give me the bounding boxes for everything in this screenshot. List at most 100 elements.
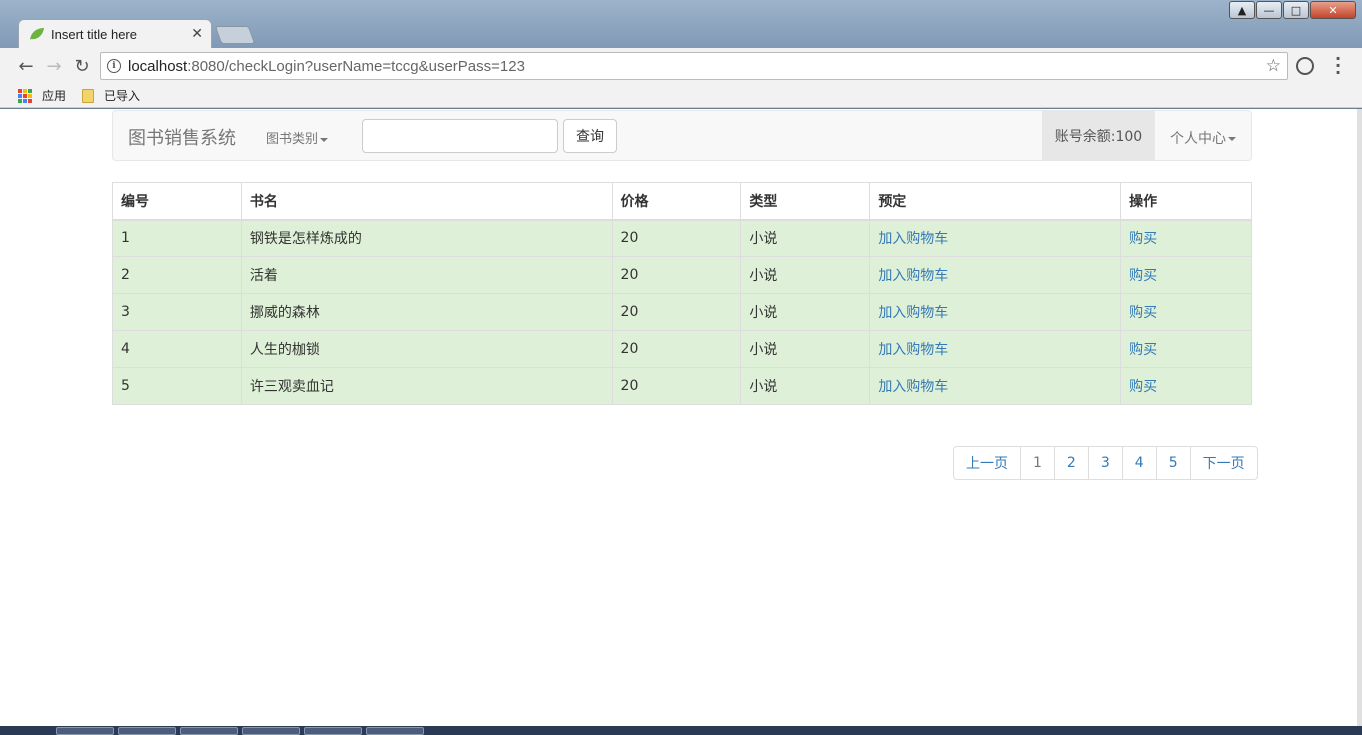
- page-link-1[interactable]: 1: [1020, 446, 1055, 480]
- header-reserve: 预定: [869, 182, 1122, 221]
- taskbar-item[interactable]: [366, 727, 424, 735]
- cell-id: 4: [112, 330, 242, 368]
- buy-link[interactable]: 购买: [1129, 268, 1157, 284]
- taskbar-item[interactable]: [56, 727, 114, 735]
- url-path: :8080/checkLogin?userName=tccg&userPass=…: [187, 57, 525, 75]
- site-navbar: 图书销售系统 图书类别 查询 账号余额:100 个人中心: [112, 110, 1252, 161]
- tab-title: Insert title here: [51, 26, 137, 42]
- page-link-3[interactable]: 3: [1087, 446, 1123, 480]
- back-arrow-icon[interactable]: ←: [12, 52, 40, 80]
- url-host: localhost: [128, 57, 188, 75]
- cell-reserve: 加入购物车: [869, 293, 1122, 331]
- close-icon[interactable]: ✕: [191, 26, 203, 42]
- taskbar-item[interactable]: [304, 727, 362, 735]
- close-window-button[interactable]: ✕: [1310, 1, 1356, 19]
- prev-page-link[interactable]: 上一页: [953, 446, 1021, 480]
- cell-type: 小说: [740, 256, 871, 294]
- cell-reserve: 加入购物车: [869, 256, 1122, 294]
- search-input[interactable]: [362, 119, 558, 153]
- extension-icon[interactable]: [1296, 57, 1314, 75]
- cell-name: 挪威的森林: [240, 293, 613, 331]
- add-to-cart-link[interactable]: 加入购物车: [878, 231, 948, 247]
- buy-link[interactable]: 购买: [1129, 379, 1157, 395]
- cell-price: 20: [611, 367, 742, 405]
- minimize-button[interactable]: —: [1256, 1, 1282, 19]
- table-row: 4 人生的枷锁 20 小说 加入购物车 购买: [112, 330, 1252, 368]
- cell-price: 20: [611, 219, 742, 257]
- maximize-button[interactable]: □: [1283, 1, 1309, 19]
- add-to-cart-link[interactable]: 加入购物车: [878, 379, 948, 395]
- add-to-cart-link[interactable]: 加入购物车: [878, 268, 948, 284]
- cell-reserve: 加入购物车: [869, 219, 1122, 257]
- cell-id: 1: [112, 219, 242, 257]
- page-link-2[interactable]: 2: [1053, 446, 1089, 480]
- table-row: 1 钢铁是怎样炼成的 20 小说 加入购物车 购买: [112, 219, 1252, 257]
- next-page-link[interactable]: 下一页: [1189, 446, 1258, 480]
- pagination: 上一页 1 2 3 4 5 下一页: [953, 446, 1258, 480]
- header-id: 编号: [112, 182, 242, 221]
- browser-toolbar: ← → ↻ i localhost:8080/checkLogin?userNa…: [0, 48, 1362, 84]
- more-menu-icon[interactable]: · · ·: [1334, 51, 1342, 81]
- cell-price: 20: [611, 330, 742, 368]
- page-content: 图书销售系统 图书类别 查询 账号余额:100 个人中心 编号 书名 价格 类型…: [0, 109, 1357, 726]
- info-icon[interactable]: i: [107, 59, 121, 73]
- header-type: 类型: [740, 182, 871, 221]
- taskbar-item[interactable]: [180, 727, 238, 735]
- bookmark-imported[interactable]: 已导入: [104, 87, 140, 104]
- user-icon[interactable]: ▲: [1229, 1, 1255, 19]
- new-tab-button[interactable]: [214, 26, 256, 44]
- account-balance[interactable]: 账号余额:100: [1042, 111, 1155, 160]
- cell-action: 购买: [1120, 367, 1252, 405]
- bookmark-star-icon[interactable]: ☆: [1266, 56, 1281, 76]
- vertical-scrollbar[interactable]: [1357, 109, 1362, 726]
- caret-down-icon: [1228, 137, 1236, 141]
- taskbar-item[interactable]: [242, 727, 300, 735]
- add-to-cart-link[interactable]: 加入购物车: [878, 342, 948, 358]
- cell-type: 小说: [740, 219, 871, 257]
- cell-id: 5: [112, 367, 242, 405]
- caret-down-icon: [320, 137, 329, 142]
- forward-arrow-icon[interactable]: →: [40, 52, 68, 80]
- folder-icon: [82, 88, 95, 103]
- buy-link[interactable]: 购买: [1129, 305, 1157, 321]
- user-center-dropdown[interactable]: 个人中心: [1170, 128, 1236, 148]
- page-link-4[interactable]: 4: [1121, 446, 1157, 480]
- site-brand[interactable]: 图书销售系统: [128, 124, 236, 150]
- user-center-label: 个人中心: [1170, 131, 1226, 147]
- category-dropdown[interactable]: 图书类别: [266, 128, 329, 147]
- cell-price: 20: [611, 256, 742, 294]
- cell-price: 20: [611, 293, 742, 331]
- header-name: 书名: [240, 182, 613, 221]
- cell-type: 小说: [740, 330, 871, 368]
- apps-grid-icon[interactable]: [18, 88, 32, 103]
- reload-icon[interactable]: ↻: [68, 52, 96, 80]
- add-to-cart-link[interactable]: 加入购物车: [878, 305, 948, 321]
- cell-name: 活着: [240, 256, 613, 294]
- cell-reserve: 加入购物车: [869, 330, 1122, 368]
- table-row: 2 活着 20 小说 加入购物车 购买: [112, 256, 1252, 294]
- cell-name: 许三观卖血记: [240, 367, 613, 405]
- cell-name: 人生的枷锁: [240, 330, 613, 368]
- taskbar-item[interactable]: [118, 727, 176, 735]
- buy-link[interactable]: 购买: [1129, 342, 1157, 358]
- address-bar[interactable]: i localhost:8080/checkLogin?userName=tcc…: [100, 52, 1288, 80]
- buy-link[interactable]: 购买: [1129, 231, 1157, 247]
- books-table: 编号 书名 价格 类型 预定 操作 1 钢铁是怎样炼成的 20 小说 加入购物车…: [112, 182, 1252, 405]
- cell-type: 小说: [740, 293, 871, 331]
- cell-type: 小说: [740, 367, 871, 405]
- url-text: localhost:8080/checkLogin?userName=tccg&…: [128, 58, 525, 75]
- cell-id: 3: [112, 293, 242, 331]
- header-action: 操作: [1120, 182, 1252, 221]
- table-row: 5 许三观卖血记 20 小说 加入购物车 购买: [112, 367, 1252, 405]
- cell-action: 购买: [1120, 330, 1252, 368]
- cell-action: 购买: [1120, 219, 1252, 257]
- browser-tab[interactable]: Insert title here ✕: [18, 19, 212, 48]
- page-link-5[interactable]: 5: [1155, 446, 1191, 480]
- search-button[interactable]: 查询: [563, 119, 617, 153]
- category-dropdown-label: 图书类别: [266, 132, 319, 147]
- header-price: 价格: [611, 182, 742, 221]
- cell-action: 购买: [1120, 293, 1252, 331]
- cell-name: 钢铁是怎样炼成的: [240, 219, 613, 257]
- bookmark-apps[interactable]: 应用: [42, 87, 66, 104]
- leaf-icon: [30, 28, 44, 40]
